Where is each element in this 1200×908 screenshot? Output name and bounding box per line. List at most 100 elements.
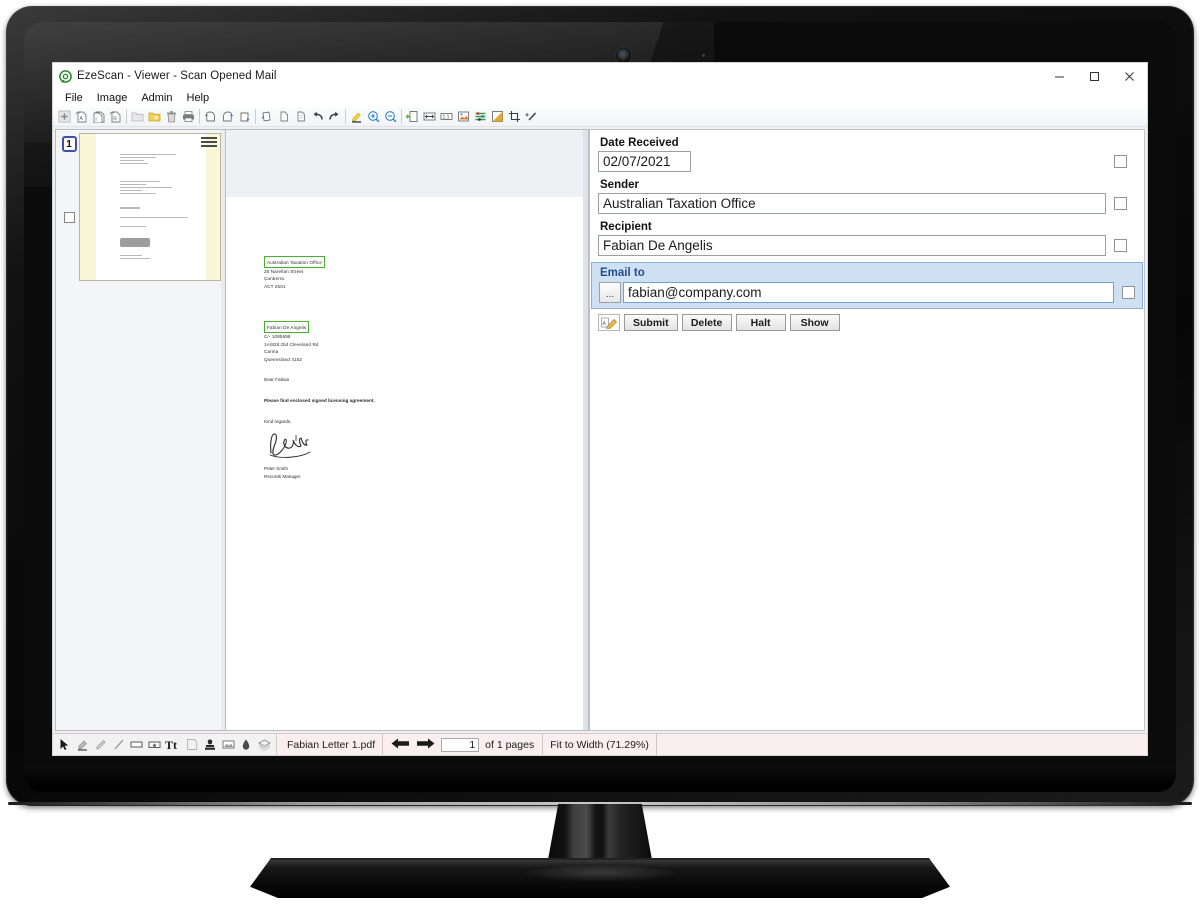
email-to-input[interactable] [623,282,1114,303]
delete-button[interactable]: Delete [681,314,732,331]
text-tool-icon[interactable]: Tt [165,736,183,754]
line-tool-icon[interactable] [111,736,127,754]
select-arrow-icon[interactable] [57,736,73,754]
minimize-button[interactable] [1042,63,1077,89]
field-label-recipient: Recipient [600,221,652,233]
zoom-out-icon[interactable] [382,108,399,126]
annotation-toolbar: Tt [53,734,277,755]
main-toolbar: A i R 1:1 [53,107,1147,127]
recipient-input[interactable] [598,235,1106,256]
rotate-right-icon[interactable] [219,108,236,126]
pencil-tool-icon[interactable] [93,736,109,754]
document-page[interactable]: Australian Taxation Office 26 Narellan S… [226,197,583,730]
close-batch-icon[interactable] [146,108,163,126]
fit-width-icon[interactable] [421,108,438,126]
email-to-checkbox[interactable] [1122,286,1135,299]
field-form-panel: Date Received Sender [589,129,1145,731]
menu-help[interactable]: Help [180,90,217,106]
thumbnail-pane[interactable]: 1 [55,129,225,731]
date-received-checkbox[interactable] [1114,155,1127,168]
submit-button[interactable]: Submit [624,314,678,331]
menu-admin[interactable]: Admin [134,90,179,106]
thumbnail-gutter: 1 [59,133,79,281]
window-title: EzeScan - Viewer - Scan Opened Mail [77,70,277,82]
contrast-icon[interactable] [489,108,506,126]
recipient-name: Fabian De Angelis [267,325,307,331]
undo-icon[interactable] [309,108,326,126]
arrow-right-icon[interactable] [416,737,435,753]
halt-button[interactable]: Halt [735,314,786,331]
rotate-180-icon[interactable] [236,108,253,126]
delete-icon[interactable] [163,108,180,126]
signer-title: Records Manager [264,473,301,479]
sender-name: Australian Taxation Office [267,260,323,265]
actual-size-icon[interactable]: 1:1 [438,108,455,126]
image-adjust-icon[interactable] [455,108,472,126]
image-stamp-icon[interactable] [220,736,236,754]
recipient-line-4: Queensland 4152 [264,356,303,362]
titlebar: EzeScan - Viewer - Scan Opened Mail [53,63,1147,89]
copy-page-icon[interactable] [275,108,292,126]
menu-image[interactable]: Image [90,90,135,106]
edit-fields-icon[interactable]: A [598,314,620,331]
thumbnail-page-number[interactable]: 1 [61,136,77,152]
rectangle-tool-icon[interactable] [129,736,145,754]
maximize-button[interactable] [1077,63,1112,89]
crop-icon[interactable] [506,108,523,126]
show-button[interactable]: Show [789,314,840,331]
thumbnail-text-lines [120,154,192,261]
recipient-line-2: 1A/828 Old Cleveland Rd [264,341,319,347]
stamp-icon[interactable] [202,736,218,754]
add-page-icon[interactable] [56,108,73,126]
replace-page-icon[interactable]: R [107,108,124,126]
blank-note-icon[interactable] [184,736,200,754]
workspace: 1 Australian Taxation Office 26 Narellan… [53,127,1147,733]
highlighter-icon[interactable] [348,108,365,126]
levels-icon[interactable] [472,108,489,126]
paste-page-icon[interactable] [292,108,309,126]
current-page-input[interactable] [441,737,480,752]
sender-highlight-box: Australian Taxation Office [264,256,326,268]
recipient-line-1: C/- 1085699 [264,333,291,339]
redaction-icon[interactable] [238,736,254,754]
document-viewer[interactable]: Australian Taxation Office 26 Narellan S… [225,129,589,731]
bezel-bottom [24,766,1176,792]
print-icon[interactable] [180,108,197,126]
monitor-scene: EzeScan - Viewer - Scan Opened Mail File… [0,0,1200,908]
sender-checkbox[interactable] [1114,197,1127,210]
open-folder-icon[interactable] [129,108,146,126]
thumbnail-checkbox[interactable] [63,212,75,223]
field-row-email-to: ... [599,282,1135,303]
insert-pages-icon[interactable]: i [90,108,107,126]
webcam-indicator-icon [702,54,705,57]
letter-content: Australian Taxation Office 26 Narellan S… [264,255,524,480]
menu-file[interactable]: File [58,90,90,106]
letter-closing: Kind regards, [264,418,292,424]
viewer-scrollbar[interactable] [583,130,588,730]
redo-icon[interactable] [326,108,343,126]
arrow-left-icon[interactable] [391,737,410,753]
field-email-to-group: Email to ... [591,262,1143,309]
zoom-in-icon[interactable] [365,108,382,126]
sender-input[interactable] [598,193,1106,214]
recipient-checkbox[interactable] [1114,239,1127,252]
toolbar-separator [401,109,402,124]
fit-page-icon[interactable] [404,108,421,126]
thumbnail-card[interactable] [79,133,221,281]
sticky-note-icon[interactable] [147,736,163,754]
layers-icon[interactable] [256,736,272,754]
highlighter-tool-icon[interactable] [75,736,91,754]
field-recipient: Recipient [590,221,1144,256]
close-button[interactable] [1112,63,1147,89]
auto-enhance-icon[interactable] [523,108,540,126]
zoom-level-label[interactable]: Fit to Width (71.29%) [543,734,657,755]
thumbnail-menu-icon[interactable] [201,137,217,149]
deskew-icon[interactable] [258,108,275,126]
letter-salutation: Dear Fabian [264,377,290,383]
email-browse-button[interactable]: ... [599,282,621,303]
insert-page-after-icon[interactable]: A [73,108,90,126]
date-received-input[interactable] [598,151,691,172]
svg-text:1:1: 1:1 [443,114,450,120]
rotate-left-icon[interactable] [202,108,219,126]
thumbnail-list-item[interactable]: 1 [56,130,225,281]
